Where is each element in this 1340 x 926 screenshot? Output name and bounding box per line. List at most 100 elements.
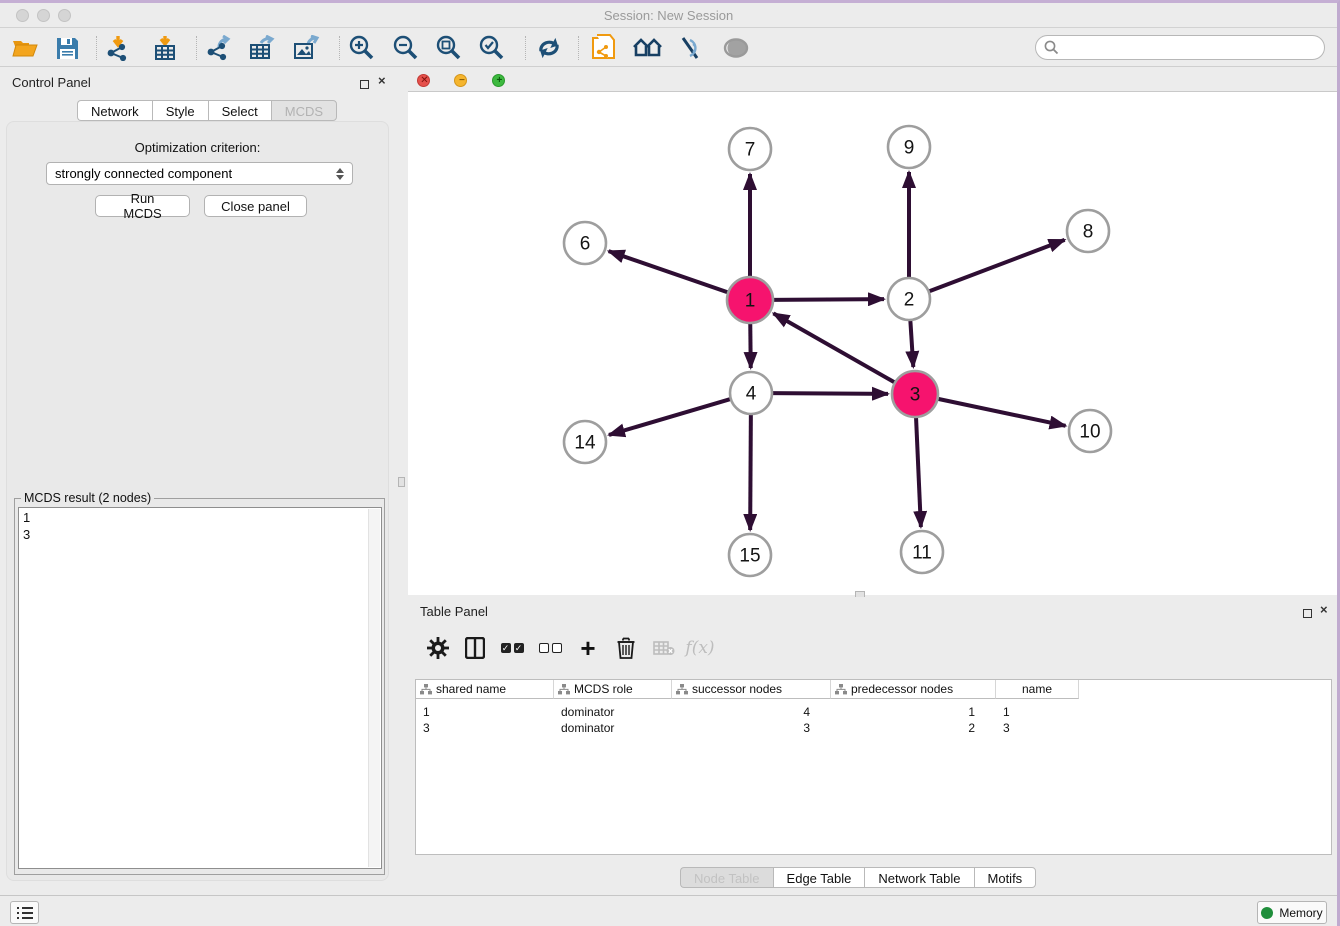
zoom-out-icon[interactable]: [389, 33, 423, 63]
node-label: 3: [910, 385, 921, 406]
network-title-bar[interactable]: ✕ − + scc.txt: [408, 69, 1337, 92]
float-panel-icon[interactable]: [360, 76, 369, 94]
window-close-icon[interactable]: [16, 9, 29, 27]
column-header-4[interactable]: name: [996, 680, 1079, 699]
memory-label: Memory: [1279, 906, 1322, 920]
open-session-icon[interactable]: [8, 33, 42, 63]
edge-4-14[interactable]: [609, 399, 731, 435]
network-canvas[interactable]: 7968124314101511: [408, 92, 1337, 595]
result-item: 3: [23, 526, 377, 543]
edge-3-1[interactable]: [773, 313, 895, 382]
network-graph[interactable]: 7968124314101511: [408, 92, 1337, 595]
optimization-label: Optimization criterion:: [7, 140, 388, 155]
tab-network-table[interactable]: Network Table: [864, 867, 973, 888]
delete-row-icon[interactable]: [610, 631, 642, 665]
search-icon: [1044, 40, 1059, 55]
column-type-icon: [835, 684, 847, 695]
window-minimize-icon[interactable]: [37, 9, 50, 27]
memory-button[interactable]: Memory: [1257, 901, 1327, 924]
tab-network[interactable]: Network: [77, 100, 152, 121]
settings-icon[interactable]: [422, 631, 454, 665]
task-history-button[interactable]: [10, 901, 39, 924]
edge-3-11[interactable]: [916, 417, 921, 527]
tab-node-table[interactable]: Node Table: [680, 867, 773, 888]
network-minimize-icon[interactable]: −: [454, 74, 467, 87]
new-network-icon[interactable]: [587, 33, 621, 63]
tab-select[interactable]: Select: [208, 100, 271, 121]
table-toolbar: ✓✓ + f(x): [416, 631, 1332, 673]
edge-2-3[interactable]: [910, 320, 913, 367]
export-image-icon[interactable]: [289, 33, 323, 63]
export-table-icon[interactable]: [245, 33, 279, 63]
show-graphics-icon[interactable]: [719, 33, 753, 63]
edge-2-8[interactable]: [929, 240, 1065, 292]
split-columns-icon[interactable]: [459, 631, 491, 665]
table-cell[interactable]: 1: [416, 704, 540, 720]
table-cell[interactable]: 3: [672, 720, 817, 736]
tab-motifs[interactable]: Motifs: [974, 867, 1037, 888]
export-network-icon[interactable]: [202, 33, 236, 63]
home-icon[interactable]: [631, 33, 665, 63]
close-panel-icon[interactable]: ×: [378, 73, 386, 88]
table-cell[interactable]: 2: [831, 720, 982, 736]
tab-style[interactable]: Style: [152, 100, 208, 121]
column-header-3[interactable]: predecessor nodes: [831, 680, 996, 699]
vertical-splitter[interactable]: [396, 67, 408, 895]
mcds-panel-body: Optimization criterion: strongly connect…: [6, 121, 389, 881]
edge-1-2[interactable]: [773, 299, 884, 300]
zoom-selected-icon[interactable]: [475, 33, 509, 63]
chevron-updown-icon: [336, 168, 344, 180]
table-float-icon[interactable]: [1303, 605, 1312, 623]
column-type-icon: [676, 684, 688, 695]
table-cell[interactable]: 3: [416, 720, 540, 736]
edge-3-10[interactable]: [938, 399, 1066, 426]
run-mcds-button[interactable]: Run MCDS: [95, 195, 190, 217]
select-all-icon[interactable]: ✓✓: [496, 631, 528, 665]
network-zoom-icon[interactable]: +: [492, 74, 505, 87]
criterion-value: strongly connected component: [55, 166, 232, 181]
mcds-result-group: MCDS result (2 nodes) 13: [14, 498, 385, 875]
search-box[interactable]: [1035, 35, 1325, 60]
edge-1-6[interactable]: [609, 251, 729, 292]
deselect-all-icon[interactable]: [534, 631, 566, 665]
search-input[interactable]: [1063, 39, 1324, 56]
network-window: ✕ − + scc.txt 7968124314101511: [408, 67, 1337, 595]
table-cell[interactable]: 3: [996, 720, 1065, 736]
save-session-icon[interactable]: [50, 33, 84, 63]
node-label: 7: [745, 140, 756, 161]
tab-edge-table[interactable]: Edge Table: [773, 867, 865, 888]
zoom-fit-icon[interactable]: [432, 33, 466, 63]
table-cell[interactable]: 4: [672, 704, 817, 720]
apply-layout-icon[interactable]: [532, 33, 566, 63]
node-table[interactable]: shared nameMCDS rolesuccessor nodesprede…: [415, 679, 1332, 855]
criterion-select[interactable]: strongly connected component: [46, 162, 353, 185]
table-tabs: Node Table Edge Table Network Table Moti…: [680, 867, 1036, 888]
add-row-icon[interactable]: +: [572, 631, 604, 665]
list-icon: [17, 906, 33, 920]
column-header-0[interactable]: shared name: [416, 680, 554, 699]
column-header-1[interactable]: MCDS role: [554, 680, 672, 699]
window-zoom-icon[interactable]: [58, 9, 71, 27]
tab-mcds[interactable]: MCDS: [271, 100, 337, 121]
import-network-icon[interactable]: [102, 33, 136, 63]
mcds-result-list[interactable]: 13: [18, 507, 382, 869]
result-scrollbar[interactable]: [368, 509, 380, 867]
network-close-icon[interactable]: ✕: [417, 74, 430, 87]
hide-graphics-icon[interactable]: [675, 33, 709, 63]
table-cell[interactable]: 1: [996, 704, 1065, 720]
table-cell[interactable]: 1: [831, 704, 982, 720]
import-table-icon[interactable]: [148, 33, 182, 63]
node-label: 6: [580, 234, 591, 255]
mcds-result-title: MCDS result (2 nodes): [21, 491, 154, 505]
table-cell[interactable]: dominator: [554, 720, 658, 736]
column-header-2[interactable]: successor nodes: [672, 680, 831, 699]
table-close-icon[interactable]: ×: [1320, 602, 1328, 617]
table-panel-title: Table Panel: [420, 604, 488, 619]
table-cell[interactable]: dominator: [554, 704, 658, 720]
edge-4-15[interactable]: [750, 414, 751, 530]
node-label: 8: [1083, 222, 1094, 243]
window-title: Session: New Session: [0, 3, 1337, 28]
edge-4-3[interactable]: [772, 393, 888, 394]
close-panel-button[interactable]: Close panel: [204, 195, 307, 217]
zoom-in-icon[interactable]: [345, 33, 379, 63]
